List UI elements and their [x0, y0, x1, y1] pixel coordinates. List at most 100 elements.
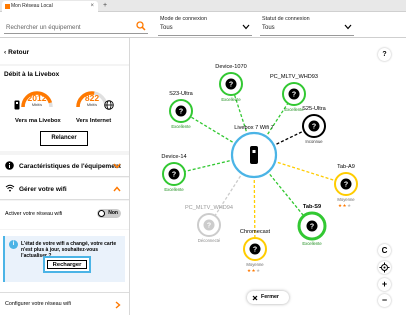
device-status: Moyenne [246, 262, 264, 267]
question-mark: ? [292, 92, 296, 99]
device-node[interactable]: ? [282, 82, 306, 106]
question-mark: ? [344, 182, 348, 189]
device-status: Excellente [164, 187, 184, 192]
wifi-activate-row: Activer votre réseau wifi Non [0, 201, 129, 229]
close-tab-icon[interactable]: × [90, 1, 94, 12]
wifi-activate-label: Activer votre réseau wifi [5, 211, 63, 217]
configure-wifi-label: Configurer votre réseau wifi [5, 301, 71, 307]
device-name: S25-Ultra [302, 106, 326, 112]
reload-button[interactable]: Recharger [43, 256, 91, 273]
new-tab-icon[interactable]: + [103, 0, 107, 12]
globe-icon [104, 100, 114, 110]
question-mark: ? [172, 172, 176, 179]
debit-title: Débit à la Livebox [4, 71, 60, 78]
device-node[interactable]: ? [197, 213, 221, 237]
device-name: S23-Ultra [169, 91, 193, 97]
debit-card: Débit à la Livebox 2012 Mbit/s Vers ma L… [0, 66, 129, 151]
question-mark: ? [229, 82, 233, 89]
wifi-section[interactable]: Gérer votre wifi [0, 178, 129, 200]
search-input[interactable]: Rechercher un équipement [4, 20, 148, 34]
browser-tab[interactable]: Mon Réseau Local × [2, 1, 98, 12]
info-icon [5, 161, 14, 170]
chevron-down-icon [242, 24, 250, 30]
connection-status-select[interactable]: Statut de connexion Tous [260, 15, 354, 36]
internet-caption: Vers Internet [76, 118, 112, 124]
chevron-down-icon [344, 24, 352, 30]
search-placeholder: Rechercher un équipement [6, 24, 81, 31]
question-mark: ? [207, 223, 211, 230]
wifi-changed-notice: i L'état de votre wifi a changé, votre c… [3, 236, 125, 282]
device-name: Device-1070 [215, 64, 247, 70]
close-icon [252, 295, 258, 300]
browser-titlebar: Mon Réseau Local × + [0, 0, 406, 12]
back-row: ‹ Retour [0, 38, 129, 64]
toggle-knob [98, 210, 105, 217]
device-node[interactable]: ? [169, 99, 193, 123]
chevron-down-icon [113, 163, 121, 169]
search-icon[interactable] [136, 21, 146, 31]
livebox-caption: Vers ma Livebox [15, 118, 61, 124]
device-node[interactable]: ? [219, 72, 243, 96]
chevron-up-icon [113, 186, 121, 192]
connection-status-label: Statut de connexion [262, 16, 310, 22]
wifi-toggle[interactable]: Non [97, 209, 121, 218]
connection-status-value: Tous [262, 25, 275, 31]
chevron-right-icon [115, 301, 121, 309]
back-button[interactable]: ‹ Retour [4, 49, 29, 56]
device-name: PC_MLTV_WHD93 [269, 74, 319, 80]
device-name: Chromecast [239, 229, 271, 235]
filter-bar: Rechercher un équipement Mode de connexi… [0, 12, 406, 38]
connection-mode-label: Mode de connexion [160, 16, 208, 22]
device-features-section[interactable]: Caractéristiques de l'équipement [0, 155, 129, 177]
configure-wifi-row[interactable]: Configurer votre réseau wifi [0, 292, 129, 315]
connection-mode-value: Tous [160, 25, 173, 31]
wifi-section-title: Gérer votre wifi [19, 186, 67, 193]
device-status: Inconnue [305, 139, 323, 144]
livebox-icon [14, 100, 20, 110]
device-status: Excellente [302, 241, 322, 246]
device-name: Device-14 [161, 154, 187, 160]
device-status: Excellente [171, 124, 191, 129]
device-node[interactable]: ? [162, 162, 186, 186]
question-mark: ? [179, 109, 183, 116]
device-name: Tab-A9 [337, 164, 355, 170]
livebox-speed-value: 2012 [27, 93, 47, 103]
question-mark: ? [312, 124, 316, 131]
device-node[interactable]: ? [297, 211, 327, 241]
help-button[interactable]: ? [378, 48, 391, 61]
question-mark: ? [310, 224, 314, 231]
device-node[interactable]: ? [334, 172, 358, 196]
wifi-icon [5, 184, 15, 192]
livebox-icon-light [252, 150, 256, 153]
livebox-label: Livebox 7 Wifi 7 [234, 125, 274, 131]
livebox-speed-unit: Mbit/s [31, 103, 43, 107]
device-status: Déconnecté [197, 238, 221, 243]
device-status: Moyenne [337, 197, 355, 202]
connection-mode-select[interactable]: Mode de connexion Tous [158, 15, 252, 36]
relaunch-button[interactable]: Relancer [40, 131, 88, 146]
browser-tab-title: Mon Réseau Local [11, 3, 53, 9]
question-mark: ? [253, 247, 257, 254]
reload-label: Recharger [47, 260, 87, 269]
livebox-icon [250, 146, 258, 164]
device-node[interactable]: ? [302, 114, 326, 138]
device-node[interactable]: ? [243, 237, 267, 261]
info-icon: i [9, 240, 18, 249]
center-view-button[interactable]: C [378, 244, 391, 257]
zoom-out-button[interactable]: − [378, 294, 391, 307]
device-name: Tab-S9 [302, 204, 322, 210]
chevron-left-icon: ‹ [4, 49, 7, 56]
signal-rating: ★★★ [247, 268, 261, 273]
target-icon [379, 262, 390, 273]
network-map: ????????? Livebox 7 Wifi 7 Device-1070 Exc… [130, 38, 406, 315]
back-label: Retour [8, 49, 30, 56]
zoom-in-button[interactable]: + [378, 278, 391, 291]
close-button[interactable]: Fermer [247, 291, 289, 304]
locate-button[interactable] [378, 261, 391, 274]
toggle-state-text: Non [108, 210, 118, 216]
device-features-title: Caractéristiques de l'équipement [19, 163, 121, 170]
device-name: PC_MLTV_WHD94 [184, 205, 234, 211]
close-label: Fermer [261, 294, 279, 300]
device-status: Excellente [221, 97, 241, 102]
orange-favicon-icon [5, 4, 10, 9]
